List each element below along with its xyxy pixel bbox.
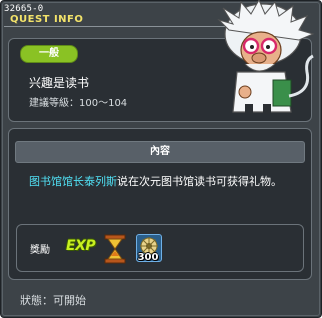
recommended-level: 建議等級：100～104 bbox=[29, 98, 128, 109]
title-divider bbox=[4, 26, 236, 27]
reward-label: 獎勵 bbox=[30, 245, 50, 256]
description-text: 说在次元图书馆读书可获得礼物。 bbox=[117, 175, 282, 188]
content-section-header: 內容 bbox=[15, 141, 305, 163]
exp-reward-icon: EXP bbox=[66, 238, 96, 254]
quest-name: 兴趣是读书 bbox=[29, 76, 90, 90]
quest-status: 狀態：可開始 bbox=[20, 294, 86, 307]
npc-scientist-portrait-icon bbox=[217, 0, 315, 114]
item-quantity: 300 bbox=[137, 252, 159, 263]
quest-description: 图书馆馆长泰列斯说在次元图书馆读书可获得礼物。 bbox=[29, 173, 299, 191]
quest-id: 32665-0 bbox=[4, 4, 44, 14]
quest-category-badge: 一般 bbox=[20, 45, 78, 63]
npc-name-link[interactable]: 图书馆馆长泰列斯 bbox=[29, 175, 117, 188]
window-title: QUEST INFO bbox=[10, 14, 84, 25]
hourglass-item-icon[interactable] bbox=[103, 234, 127, 264]
